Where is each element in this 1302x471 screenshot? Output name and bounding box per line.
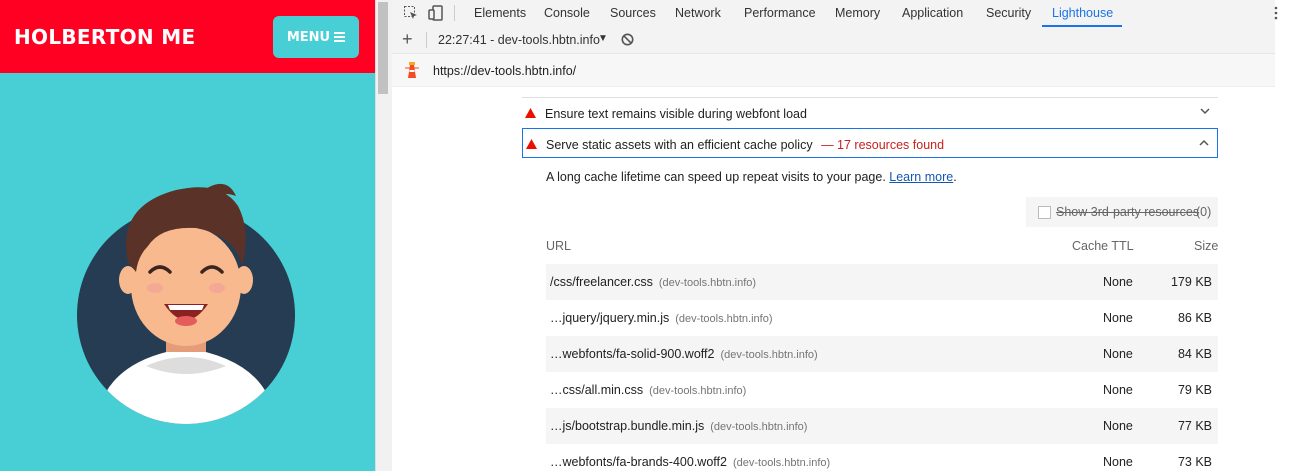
table-row[interactable]: …webfonts/fa-brands-400.woff2 (dev-tools.… bbox=[546, 444, 1218, 471]
audit-title: Ensure text remains visible during webfo… bbox=[545, 107, 807, 121]
fail-triangle-icon bbox=[525, 108, 536, 118]
cache-ttl: None bbox=[1103, 347, 1133, 361]
device-toolbar-icon[interactable] bbox=[428, 5, 444, 21]
audit-title-text: Serve static assets with an efficient ca… bbox=[546, 138, 813, 152]
chevron-down-icon bbox=[1200, 108, 1210, 115]
resource-size: 84 KB bbox=[1177, 347, 1212, 361]
inspect-element-icon[interactable] bbox=[403, 5, 419, 21]
third-party-label: Show 3rd-party resources bbox=[1056, 205, 1200, 219]
table-row[interactable]: …js/bootstrap.bundle.min.js (dev-tools.hb… bbox=[546, 408, 1218, 444]
site-brand[interactable]: HOLBERTON ME bbox=[14, 25, 195, 49]
audit-cache-policy[interactable]: Serve static assets with an efficient ca… bbox=[522, 128, 1218, 158]
description-text: A long cache lifetime can speed up repea… bbox=[546, 170, 886, 184]
page-scrollbar-thumb[interactable] bbox=[378, 2, 388, 94]
tab-security[interactable]: Security bbox=[986, 6, 1031, 20]
hamburger-icon bbox=[334, 30, 346, 44]
lighthouse-logo-icon bbox=[405, 62, 419, 78]
third-party-checkbox[interactable] bbox=[1038, 206, 1051, 219]
column-header-size: Size bbox=[1194, 239, 1219, 253]
third-party-filter[interactable]: Show 3rd-party resources (0) bbox=[1026, 197, 1218, 227]
tab-application[interactable]: Application bbox=[902, 6, 963, 20]
learn-more-link[interactable]: Learn more bbox=[889, 170, 953, 184]
toolbar-divider bbox=[454, 5, 455, 21]
cache-ttl: None bbox=[1103, 419, 1133, 433]
period: . bbox=[953, 170, 957, 184]
tab-memory[interactable]: Memory bbox=[835, 6, 880, 20]
resource-size: 179 KB bbox=[1170, 275, 1212, 289]
audit-title: Serve static assets with an efficient ca… bbox=[546, 138, 944, 152]
resource-size: 86 KB bbox=[1177, 311, 1212, 325]
resource-url: …jquery/jquery.min.js (dev-tools.hbtn.inf… bbox=[550, 311, 773, 325]
audited-url[interactable]: https://dev-tools.hbtn.info/ bbox=[433, 64, 576, 78]
resource-size: 79 KB bbox=[1177, 383, 1212, 397]
column-header-url: URL bbox=[546, 239, 572, 253]
menu-label: MENU bbox=[286, 29, 331, 45]
new-report-icon[interactable]: + bbox=[402, 29, 413, 50]
resource-url: …js/bootstrap.bundle.min.js (dev-tools.hb… bbox=[550, 419, 808, 433]
fail-triangle-icon bbox=[526, 139, 537, 149]
cache-ttl: None bbox=[1103, 383, 1133, 397]
resource-size: 73 KB bbox=[1177, 455, 1212, 469]
report-selector[interactable]: 22:27:41 - dev-tools.hbtn.info bbox=[438, 33, 600, 47]
cache-ttl: None bbox=[1103, 455, 1133, 469]
audit-webfont[interactable]: Ensure text remains visible during webfo… bbox=[522, 97, 1218, 128]
resource-url: /css/freelancer.css (dev-tools.hbtn.info) bbox=[550, 275, 757, 289]
lighthouse-toolbar: + 22:27:41 - dev-tools.hbtn.info ▼ bbox=[392, 27, 1275, 54]
menu-button[interactable]: MENU bbox=[273, 16, 359, 58]
cache-ttl: None bbox=[1103, 311, 1133, 325]
tab-console[interactable]: Console bbox=[544, 6, 590, 20]
third-party-count: (0) bbox=[1196, 205, 1212, 219]
cache-ttl: None bbox=[1103, 275, 1133, 289]
resource-url: …webfonts/fa-solid-900.woff2 (dev-tools.h… bbox=[550, 347, 818, 361]
resource-url: …css/all.min.css (dev-tools.hbtn.info) bbox=[550, 383, 747, 397]
tab-sources[interactable]: Sources bbox=[610, 6, 656, 20]
resource-size: 77 KB bbox=[1177, 419, 1212, 433]
dropdown-caret-icon[interactable]: ▼ bbox=[598, 33, 608, 44]
tab-elements[interactable]: Elements bbox=[474, 6, 526, 20]
toolbar-divider bbox=[426, 32, 427, 48]
tab-network[interactable]: Network bbox=[675, 6, 721, 20]
devtools-tabbar: Elements Console Sources Network Perform… bbox=[392, 0, 1278, 28]
report-url-bar: https://dev-tools.hbtn.info/ bbox=[392, 54, 1275, 87]
website-viewport: HOLBERTON ME MENU bbox=[0, 0, 375, 471]
clear-reports-icon[interactable] bbox=[621, 33, 634, 46]
site-navbar: HOLBERTON ME MENU bbox=[0, 0, 375, 73]
table-row[interactable]: …webfonts/fa-solid-900.woff2 (dev-tools.h… bbox=[546, 336, 1218, 372]
resource-url: …webfonts/fa-brands-400.woff2 (dev-tools.… bbox=[550, 455, 831, 469]
table-row[interactable]: /css/freelancer.css (dev-tools.hbtn.info)… bbox=[546, 264, 1218, 300]
avatar-illustration bbox=[77, 183, 295, 424]
audit-description: A long cache lifetime can speed up repea… bbox=[546, 170, 957, 184]
column-header-cache-ttl: Cache TTL bbox=[1072, 239, 1134, 253]
resources-found: — 17 resources found bbox=[821, 138, 945, 152]
table-row[interactable]: …css/all.min.css (dev-tools.hbtn.info) No… bbox=[546, 372, 1218, 408]
more-options-icon[interactable] bbox=[1272, 6, 1280, 20]
tab-lighthouse[interactable]: Lighthouse bbox=[1052, 6, 1113, 20]
table-row[interactable]: …jquery/jquery.min.js (dev-tools.hbtn.inf… bbox=[546, 300, 1218, 336]
tab-performance[interactable]: Performance bbox=[744, 6, 816, 20]
chevron-up-icon bbox=[1199, 139, 1209, 146]
